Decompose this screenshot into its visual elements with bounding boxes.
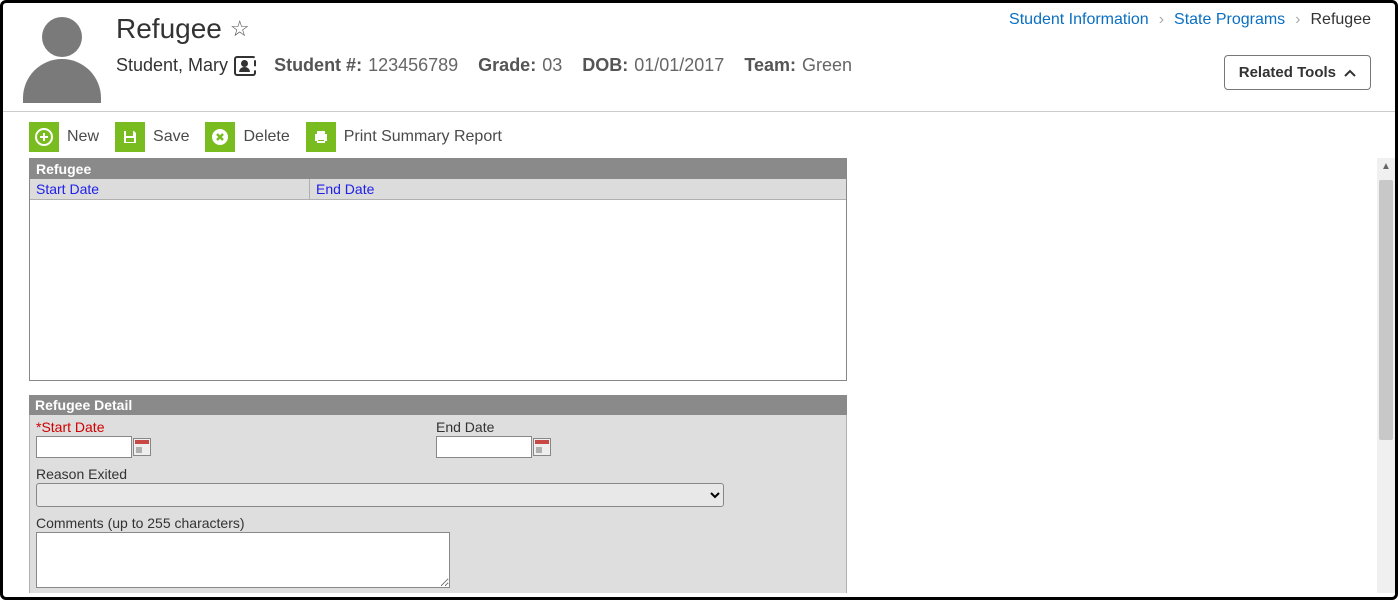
student-name: Student, Mary: [116, 55, 228, 76]
avatar: [23, 13, 101, 101]
calendar-icon[interactable]: [133, 438, 151, 456]
reason-exited-label: Reason Exited: [36, 466, 840, 482]
dob-label: DOB:: [582, 55, 628, 76]
delete-label: Delete: [243, 128, 289, 146]
page-header: Refugee ☆ Student, Mary Student #: 12345…: [3, 3, 1395, 112]
list-column-headers: Start Date End Date: [30, 179, 846, 200]
print-label: Print Summary Report: [344, 128, 502, 146]
reason-exited-select[interactable]: [36, 483, 724, 507]
new-label: New: [67, 128, 99, 146]
calendar-icon[interactable]: [533, 438, 551, 456]
start-date-input[interactable]: [36, 436, 132, 458]
chevron-up-icon: [1344, 69, 1356, 77]
start-date-field: *Start Date: [36, 419, 396, 458]
refugee-detail-section: Refugee Detail *Start Date End Date: [29, 395, 847, 593]
favorite-star-icon[interactable]: ☆: [230, 16, 250, 42]
detail-body: *Start Date End Date Reason Exited: [29, 415, 847, 593]
comments-label: Comments (up to 255 characters): [36, 515, 840, 531]
related-tools-label: Related Tools: [1239, 64, 1336, 81]
team-value: Green: [802, 55, 852, 76]
student-number-label: Student #:: [274, 55, 362, 76]
comments-textarea[interactable]: [36, 532, 450, 588]
chevron-right-icon: ›: [1295, 11, 1300, 29]
scroll-thumb[interactable]: [1379, 180, 1393, 440]
team-label: Team:: [744, 55, 796, 76]
end-date-input[interactable]: [436, 436, 532, 458]
col-header-start-date[interactable]: Start Date: [30, 179, 310, 199]
toolbar: New Save Delete Print Summary Report: [3, 112, 1395, 162]
list-body[interactable]: [30, 200, 846, 380]
plus-icon: [29, 122, 59, 152]
col-header-end-date[interactable]: End Date: [310, 179, 846, 199]
breadcrumb-link-state-programs[interactable]: State Programs: [1174, 11, 1285, 29]
end-date-label: End Date: [436, 419, 551, 435]
delete-icon: [205, 122, 235, 152]
save-icon: [115, 122, 145, 152]
id-badge-icon[interactable]: [234, 56, 256, 76]
page-title: Refugee: [116, 13, 222, 45]
grade-label: Grade:: [478, 55, 536, 76]
student-number: 123456789: [368, 55, 458, 76]
related-tools-button[interactable]: Related Tools: [1224, 55, 1371, 90]
list-section-title: Refugee: [30, 159, 846, 179]
breadcrumb: Student Information › State Programs › R…: [1009, 11, 1371, 29]
breadcrumb-link-student-information[interactable]: Student Information: [1009, 11, 1149, 29]
end-date-field: End Date: [436, 419, 551, 458]
content-area: Refugee Start Date End Date Refugee Deta…: [29, 158, 1379, 593]
grade-value: 03: [542, 55, 562, 76]
print-summary-button[interactable]: Print Summary Report: [306, 122, 502, 152]
scroll-up-icon[interactable]: ▲: [1377, 158, 1395, 176]
start-date-label: *Start Date: [36, 419, 396, 435]
printer-icon: [306, 122, 336, 152]
delete-button[interactable]: Delete: [205, 122, 289, 152]
new-button[interactable]: New: [29, 122, 99, 152]
reason-exited-field: Reason Exited: [36, 466, 840, 507]
breadcrumb-current: Refugee: [1311, 11, 1372, 29]
chevron-right-icon: ›: [1159, 11, 1164, 29]
scrollbar[interactable]: ▲: [1377, 158, 1395, 593]
comments-field: Comments (up to 255 characters): [36, 515, 840, 591]
save-label: Save: [153, 128, 189, 146]
dob-value: 01/01/2017: [634, 55, 724, 76]
detail-section-title: Refugee Detail: [29, 395, 847, 415]
refugee-list-section: Refugee Start Date End Date: [29, 158, 847, 381]
save-button[interactable]: Save: [115, 122, 189, 152]
